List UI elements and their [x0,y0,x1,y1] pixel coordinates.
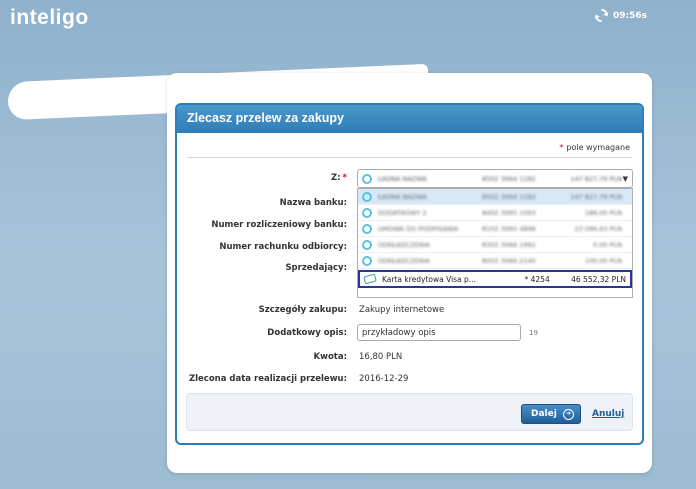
from-required-star: * [342,173,347,183]
account-dropdown: ŁADNA NAZWA 8502 3064 1182 147 827,79 PL… [357,188,633,298]
account-icon [362,255,372,266]
seller-label: Sprzedający: [285,263,347,273]
header-divider [187,157,632,158]
next-button-label: Dalej [531,409,557,419]
extra-desc-counter: 19 [529,329,538,337]
account-option[interactable]: ODKŁADCZENIA 8002 3066 2140 100,00 PLN [358,253,632,269]
next-button[interactable]: Dalej ➜ [521,404,581,424]
required-note-text: pole wymagane [566,143,630,152]
account-option[interactable]: DODATKOWY 2 8402 3065 1093 188,00 PLN [358,205,632,221]
extra-desc-input[interactable] [357,324,521,341]
card-option-name: Karta kredytowa Visa p... [382,274,476,284]
card-option-number: * 4254 [524,274,550,284]
selected-account-balance: 147 827,79 PLN [570,174,622,183]
session-timer[interactable]: 09:56s [594,8,647,23]
date-value: 2016-12-29 [359,374,409,384]
account-icon [362,223,372,234]
inteligo-logo: inteligo [10,6,89,29]
extra-desc-label: Dodatkowy opis: [267,328,347,338]
account-icon [362,191,372,202]
card-option[interactable]: Karta kredytowa Visa p... * 4254 46 552,… [358,270,632,288]
refresh-icon [594,8,609,23]
account-icon [362,173,372,184]
settlement-number-label: Numer rozliczeniowy banku: [211,220,347,230]
required-note: * pole wymagane [559,143,630,152]
purchase-details-value: Zakupy internetowe [359,305,445,315]
date-label: Zlecona data realizacji przelewu: [188,374,347,384]
card-option-balance: 46 552,32 PLN [571,274,626,284]
account-icon [362,239,372,250]
recipient-account-label: Numer rachunku odbiorcy: [219,242,347,252]
from-label: Z: * [330,173,347,183]
cancel-link[interactable]: Anuluj [592,409,624,419]
account-option[interactable]: ŁADNA NAZWA 8502 3064 1182 147 827,79 PL… [358,189,632,205]
session-timer-text: 09:56s [613,10,648,21]
account-icon [362,207,372,218]
dialog-title: Zlecasz przelew za zakupy [177,105,642,133]
amount-label: Kwota: [313,352,347,362]
account-select[interactable]: ŁADNA NAZWA 8502 3064 1182 147 827,79 PL… [357,169,633,188]
purchase-details-label: Szczegóły zakupu: [258,305,347,315]
account-option[interactable]: UMOWA DO PODPISANIA 8102 3065 4898 23 09… [358,221,632,237]
selected-account-number: 8502 3064 1182 [482,174,536,183]
account-option[interactable]: ODKŁADCZENIA 8302 3066 1992 0,00 PLN [358,237,632,253]
amount-value: 16,80 PLN [359,352,403,362]
transfer-dialog: Zlecasz przelew za zakupy * pole wymagane… [175,103,644,445]
selected-account-name: ŁADNA NAZWA [378,174,427,183]
credit-card-icon [363,273,377,285]
chevron-down-icon[interactable]: ▼ [623,175,628,183]
arrow-right-icon: ➜ [563,408,574,420]
required-star: * [559,143,564,152]
dialog-footer: Dalej ➜ Anuluj [186,393,633,431]
bank-name-label: Nazwa banku: [279,198,347,208]
